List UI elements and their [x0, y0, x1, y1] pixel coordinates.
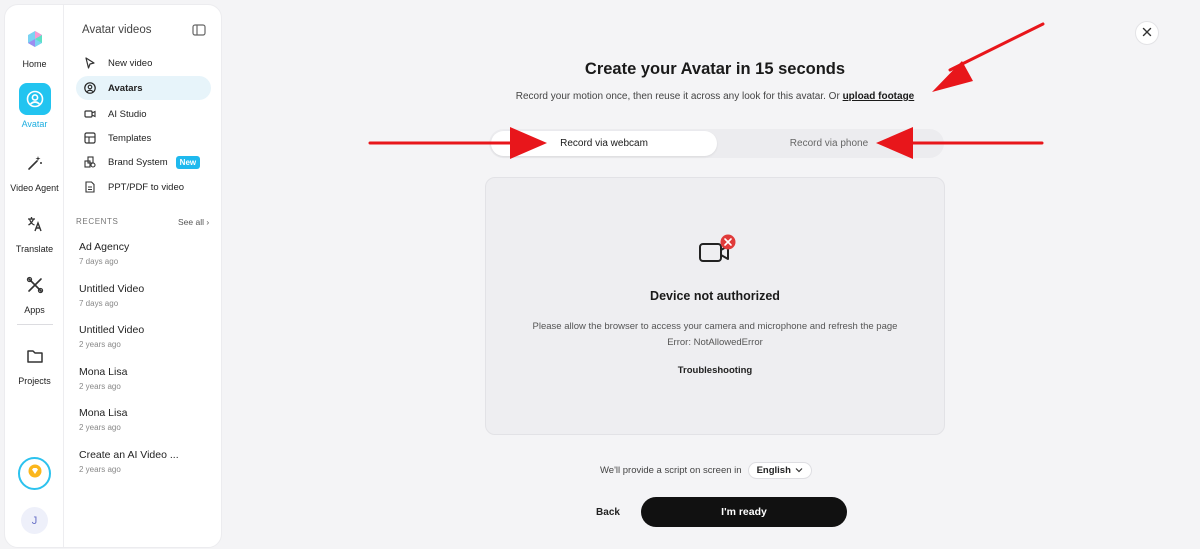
camera-preview-card: Device not authorized Please allow the b…	[485, 177, 945, 435]
sidebar: Home Avatar Video Agent Translate Apps P…	[4, 4, 222, 548]
avatar-circle-icon	[83, 81, 97, 95]
see-all-link[interactable]: See all ›	[178, 217, 209, 227]
recent-title: Untitled Video	[79, 283, 145, 295]
ready-button[interactable]: I'm ready	[641, 497, 847, 527]
recent-item[interactable]: Ad Agency 7 days ago	[79, 241, 214, 266]
recent-item[interactable]: Untitled Video 7 days ago	[79, 283, 214, 308]
nav-label: Templates	[108, 132, 152, 144]
icon-rail: Home Avatar Video Agent Translate Apps P…	[5, 5, 64, 547]
rail-item-avatar[interactable]: Avatar	[5, 83, 64, 129]
page-subtitle: Record your motion once, then reuse it a…	[430, 91, 1000, 102]
rail-label: Translate	[15, 244, 54, 254]
error-message: Please allow the browser to access your …	[532, 321, 898, 332]
folder-icon	[19, 340, 51, 372]
recent-title: Untitled Video	[79, 324, 145, 336]
recents-heading: RECENTS	[76, 217, 119, 226]
gem-icon	[28, 464, 42, 483]
upgrade-gem-button[interactable]	[18, 457, 51, 490]
nav-label: PPT/PDF to video	[108, 181, 185, 193]
nav-item-new-video[interactable]: New video	[76, 51, 211, 75]
tab-record-phone[interactable]: Record via phone	[716, 131, 942, 156]
recent-item[interactable]: Mona Lisa 2 years ago	[79, 407, 214, 432]
document-icon	[83, 180, 97, 194]
sidebar-nav: Avatar videos New video Avatars AI Studi…	[64, 5, 223, 547]
collapse-sidebar-icon[interactable]	[192, 23, 206, 36]
recent-date: 7 days ago	[79, 257, 119, 266]
avatar-icon	[18, 83, 51, 115]
rail-divider	[17, 324, 53, 325]
record-mode-tabs: Record via webcam Record via phone	[489, 129, 944, 158]
nav-item-templates[interactable]: Templates	[76, 126, 211, 150]
templates-icon	[83, 131, 97, 145]
camera-error-icon	[698, 233, 738, 269]
rail-item-projects[interactable]: Projects	[5, 340, 64, 386]
recent-date: 2 years ago	[79, 465, 121, 474]
logo-icon	[19, 23, 51, 55]
annotation-arrow-upload	[932, 22, 1045, 92]
nav-label: AI Studio	[108, 108, 147, 120]
cursor-icon	[83, 56, 97, 70]
page-title: Create your Avatar in 15 seconds	[584, 60, 846, 78]
error-code: Error: NotAllowedError	[667, 337, 763, 348]
language-value: English	[756, 464, 791, 476]
recent-date: 2 years ago	[79, 382, 121, 391]
language-select[interactable]: English	[747, 461, 812, 479]
recent-item[interactable]: Untitled Video 2 years ago	[79, 324, 214, 349]
translate-icon	[19, 208, 51, 240]
user-avatar[interactable]: J	[21, 507, 48, 534]
nav-label: Avatars	[108, 82, 143, 94]
rail-label: Video Agent	[10, 183, 59, 193]
recent-date: 2 years ago	[79, 340, 121, 349]
recent-title: Create an AI Video ...	[79, 449, 179, 461]
error-heading: Device not authorized	[650, 289, 780, 303]
recent-title: Mona Lisa	[79, 366, 128, 378]
new-badge: New	[175, 155, 201, 169]
recent-date: 7 days ago	[79, 299, 119, 308]
rail-label: Home	[22, 59, 47, 69]
nav-label: Brand System	[108, 156, 168, 168]
troubleshooting-link[interactable]: Troubleshooting	[486, 365, 944, 376]
recent-item[interactable]: Create an AI Video ... 2 years ago	[79, 449, 214, 474]
rail-item-video-agent[interactable]: Video Agent	[5, 147, 64, 193]
script-text: We'll provide a script on screen in	[600, 464, 742, 476]
nav-item-brand-system[interactable]: Brand System New	[76, 150, 211, 174]
recent-title: Mona Lisa	[79, 407, 128, 419]
apps-icon	[19, 269, 51, 301]
video-camera-icon	[83, 107, 97, 121]
nav-item-ppt-pdf[interactable]: PPT/PDF to video	[76, 175, 211, 199]
upload-footage-link[interactable]: upload footage	[843, 91, 915, 102]
rail-item-home[interactable]: Home	[5, 23, 64, 69]
nav-label: New video	[108, 57, 153, 69]
rail-item-apps[interactable]: Apps	[5, 269, 64, 315]
panel-title: Avatar videos	[82, 24, 152, 36]
nav-item-ai-studio[interactable]: AI Studio	[76, 102, 211, 126]
rail-label: Avatar	[21, 119, 48, 129]
tab-record-webcam[interactable]: Record via webcam	[491, 131, 717, 156]
script-language-row: We'll provide a script on screen in Engl…	[600, 461, 812, 479]
nav-item-avatars[interactable]: Avatars	[76, 76, 211, 100]
brand-icon	[83, 155, 97, 169]
recent-date: 2 years ago	[79, 423, 121, 432]
back-button[interactable]: Back	[588, 502, 628, 522]
subtitle-text: Record your motion once, then reuse it a…	[515, 91, 843, 102]
chevron-down-icon	[795, 467, 803, 473]
recent-title: Ad Agency	[79, 241, 130, 253]
magic-wand-icon	[19, 147, 51, 179]
rail-label: Projects	[18, 376, 51, 386]
recent-item[interactable]: Mona Lisa 2 years ago	[79, 366, 214, 391]
app-root: Home Avatar Video Agent Translate Apps P…	[0, 0, 1200, 549]
close-button[interactable]	[1135, 21, 1159, 45]
rail-label: Apps	[24, 305, 45, 315]
rail-item-translate[interactable]: Translate	[5, 208, 64, 254]
close-icon	[1142, 24, 1152, 42]
